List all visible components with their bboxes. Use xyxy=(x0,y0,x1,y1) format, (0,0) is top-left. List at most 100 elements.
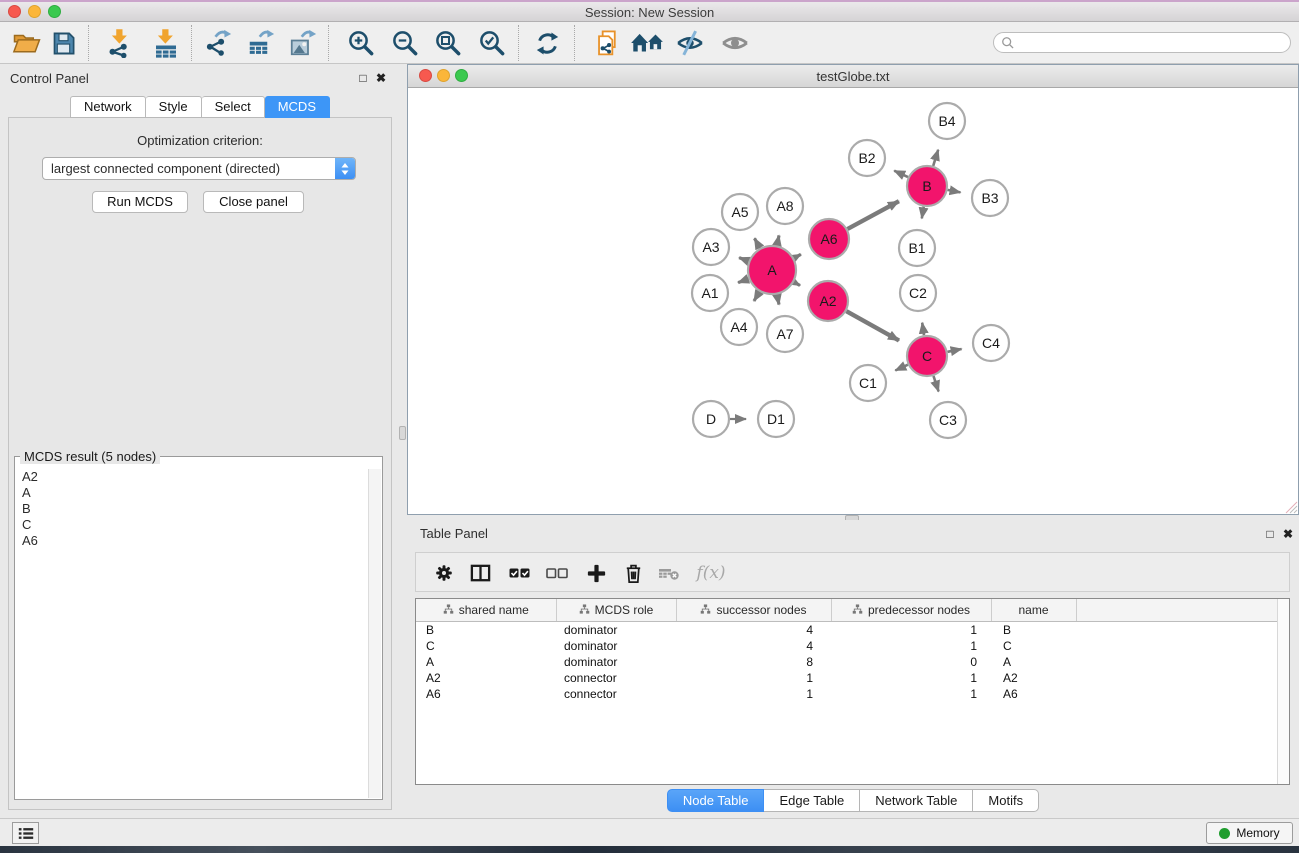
graph-edge-A-A8[interactable] xyxy=(777,235,779,245)
table-cell[interactable]: 8 xyxy=(676,654,831,670)
scrollbar[interactable] xyxy=(368,469,381,798)
graph-edge-C-C4[interactable] xyxy=(948,349,962,352)
column-header[interactable]: name xyxy=(991,599,1076,621)
table-cell[interactable]: B xyxy=(991,621,1076,638)
memory-button[interactable]: Memory xyxy=(1206,822,1293,844)
columns-icon[interactable] xyxy=(464,557,496,589)
open-file-icon[interactable] xyxy=(9,25,45,61)
task-history-button[interactable] xyxy=(12,822,39,844)
table-cell[interactable]: 1 xyxy=(831,670,991,686)
table-cell[interactable]: B xyxy=(416,621,556,638)
graph-node-A4[interactable]: A4 xyxy=(721,309,757,345)
graph-edge-A2-C[interactable] xyxy=(846,311,899,340)
table-cell[interactable]: 4 xyxy=(676,638,831,654)
zoom-out-icon[interactable] xyxy=(387,25,423,61)
home-icon[interactable] xyxy=(629,25,665,61)
vertical-splitter-handle[interactable] xyxy=(399,426,406,440)
graph-edge-C-C2[interactable] xyxy=(922,323,924,336)
graph-node-C4[interactable]: C4 xyxy=(973,325,1009,361)
column-header[interactable]: shared name xyxy=(416,599,556,621)
table-cell[interactable]: connector xyxy=(556,686,676,702)
table-cell[interactable]: connector xyxy=(556,670,676,686)
tab-style[interactable]: Style xyxy=(146,96,202,118)
table-cell[interactable]: dominator xyxy=(556,654,676,670)
float-table-panel-icon[interactable]: □ xyxy=(1262,526,1278,542)
mcds-result-item[interactable]: A2 xyxy=(16,469,367,485)
graph-node-D[interactable]: D xyxy=(693,401,729,437)
table-row[interactable]: A2connector11A2 xyxy=(416,670,1290,686)
table-cell[interactable]: 1 xyxy=(831,638,991,654)
run-mcds-button[interactable]: Run MCDS xyxy=(92,191,188,213)
graph-node-C3[interactable]: C3 xyxy=(930,402,966,438)
hide-panel-icon[interactable] xyxy=(672,25,708,61)
close-panel-button[interactable]: Close panel xyxy=(203,191,304,213)
graph-edge-B-B4[interactable] xyxy=(933,150,938,166)
tab-select[interactable]: Select xyxy=(202,96,265,118)
deselect-all-icon[interactable] xyxy=(541,557,573,589)
graph-node-C1[interactable]: C1 xyxy=(850,365,886,401)
column-header[interactable]: MCDS role xyxy=(556,599,676,621)
graph-node-A[interactable]: A xyxy=(748,246,796,294)
graph-edge-A-A7[interactable] xyxy=(777,295,779,305)
graph-node-C2[interactable]: C2 xyxy=(900,275,936,311)
mcds-result-item[interactable]: C xyxy=(16,517,367,533)
show-panel-icon[interactable] xyxy=(717,25,753,61)
table-cell[interactable]: dominator xyxy=(556,638,676,654)
optimization-criterion-select[interactable]: largest connected component (directed) xyxy=(42,157,356,180)
export-table-icon[interactable] xyxy=(243,25,279,61)
tab-network-table[interactable]: Network Table xyxy=(860,789,973,812)
network-canvas[interactable]: AA1A2A3A4A5A6A7A8BB1B2B3B4CC1C2C3C4DD1 xyxy=(408,88,1298,514)
delete-row-icon[interactable] xyxy=(617,557,649,589)
tab-mcds[interactable]: MCDS xyxy=(265,96,330,118)
table-cell[interactable]: A xyxy=(416,654,556,670)
table-row[interactable]: Adominator80A xyxy=(416,654,1290,670)
zoom-selected-icon[interactable] xyxy=(474,25,510,61)
table-cell[interactable]: 1 xyxy=(831,621,991,638)
settings-icon[interactable] xyxy=(428,557,460,589)
table-cell[interactable]: dominator xyxy=(556,621,676,638)
graph-edge-A6-B[interactable] xyxy=(848,201,899,229)
graph-edge-A-A2[interactable] xyxy=(794,282,800,285)
graph-node-A5[interactable]: A5 xyxy=(722,194,758,230)
graph-edge-B-B2[interactable] xyxy=(894,171,908,177)
close-panel-icon[interactable]: ✖ xyxy=(373,70,389,86)
graph-node-A8[interactable]: A8 xyxy=(767,188,803,224)
function-builder-icon[interactable]: f(x) xyxy=(691,557,731,589)
table-row[interactable]: Cdominator41C xyxy=(416,638,1290,654)
table-cell[interactable]: C xyxy=(416,638,556,654)
export-network-icon[interactable] xyxy=(200,25,236,61)
close-table-panel-icon[interactable]: ✖ xyxy=(1280,526,1296,542)
tab-network[interactable]: Network xyxy=(70,96,146,118)
tab-node-table[interactable]: Node Table xyxy=(667,789,765,812)
table-row[interactable]: A6connector11A6 xyxy=(416,686,1290,702)
table-row[interactable]: Bdominator41B xyxy=(416,621,1290,638)
import-table-icon[interactable] xyxy=(148,25,184,61)
table-cell[interactable]: 0 xyxy=(831,654,991,670)
tab-edge-table[interactable]: Edge Table xyxy=(764,789,860,812)
table-cell[interactable]: C xyxy=(991,638,1076,654)
graph-edge-A-A4[interactable] xyxy=(754,292,760,301)
graph-node-B2[interactable]: B2 xyxy=(849,140,885,176)
graph-edge-A-A5[interactable] xyxy=(755,238,760,248)
table-cell[interactable]: 1 xyxy=(676,686,831,702)
mcds-result-item[interactable]: A xyxy=(16,485,367,501)
mcds-result-item[interactable]: A6 xyxy=(16,533,367,549)
graph-node-A7[interactable]: A7 xyxy=(767,316,803,352)
graph-edge-C-C1[interactable] xyxy=(895,365,908,371)
refresh-icon[interactable] xyxy=(529,25,565,61)
graph-edge-C-C3[interactable] xyxy=(934,376,939,392)
graph-node-A3[interactable]: A3 xyxy=(693,229,729,265)
table-scrollbar[interactable] xyxy=(1277,599,1289,784)
table-cell[interactable]: 4 xyxy=(676,621,831,638)
import-network-icon[interactable] xyxy=(102,25,138,61)
column-header[interactable]: predecessor nodes xyxy=(831,599,991,621)
graph-edge-A-A3[interactable] xyxy=(739,258,749,262)
new-network-from-file-icon[interactable] xyxy=(589,25,625,61)
export-image-icon[interactable] xyxy=(285,25,321,61)
graph-node-A6[interactable]: A6 xyxy=(809,219,849,259)
table-cell[interactable]: 1 xyxy=(831,686,991,702)
zoom-fit-icon[interactable] xyxy=(430,25,466,61)
select-all-icon[interactable] xyxy=(504,557,536,589)
table-cell[interactable]: A2 xyxy=(416,670,556,686)
add-row-icon[interactable] xyxy=(580,557,612,589)
